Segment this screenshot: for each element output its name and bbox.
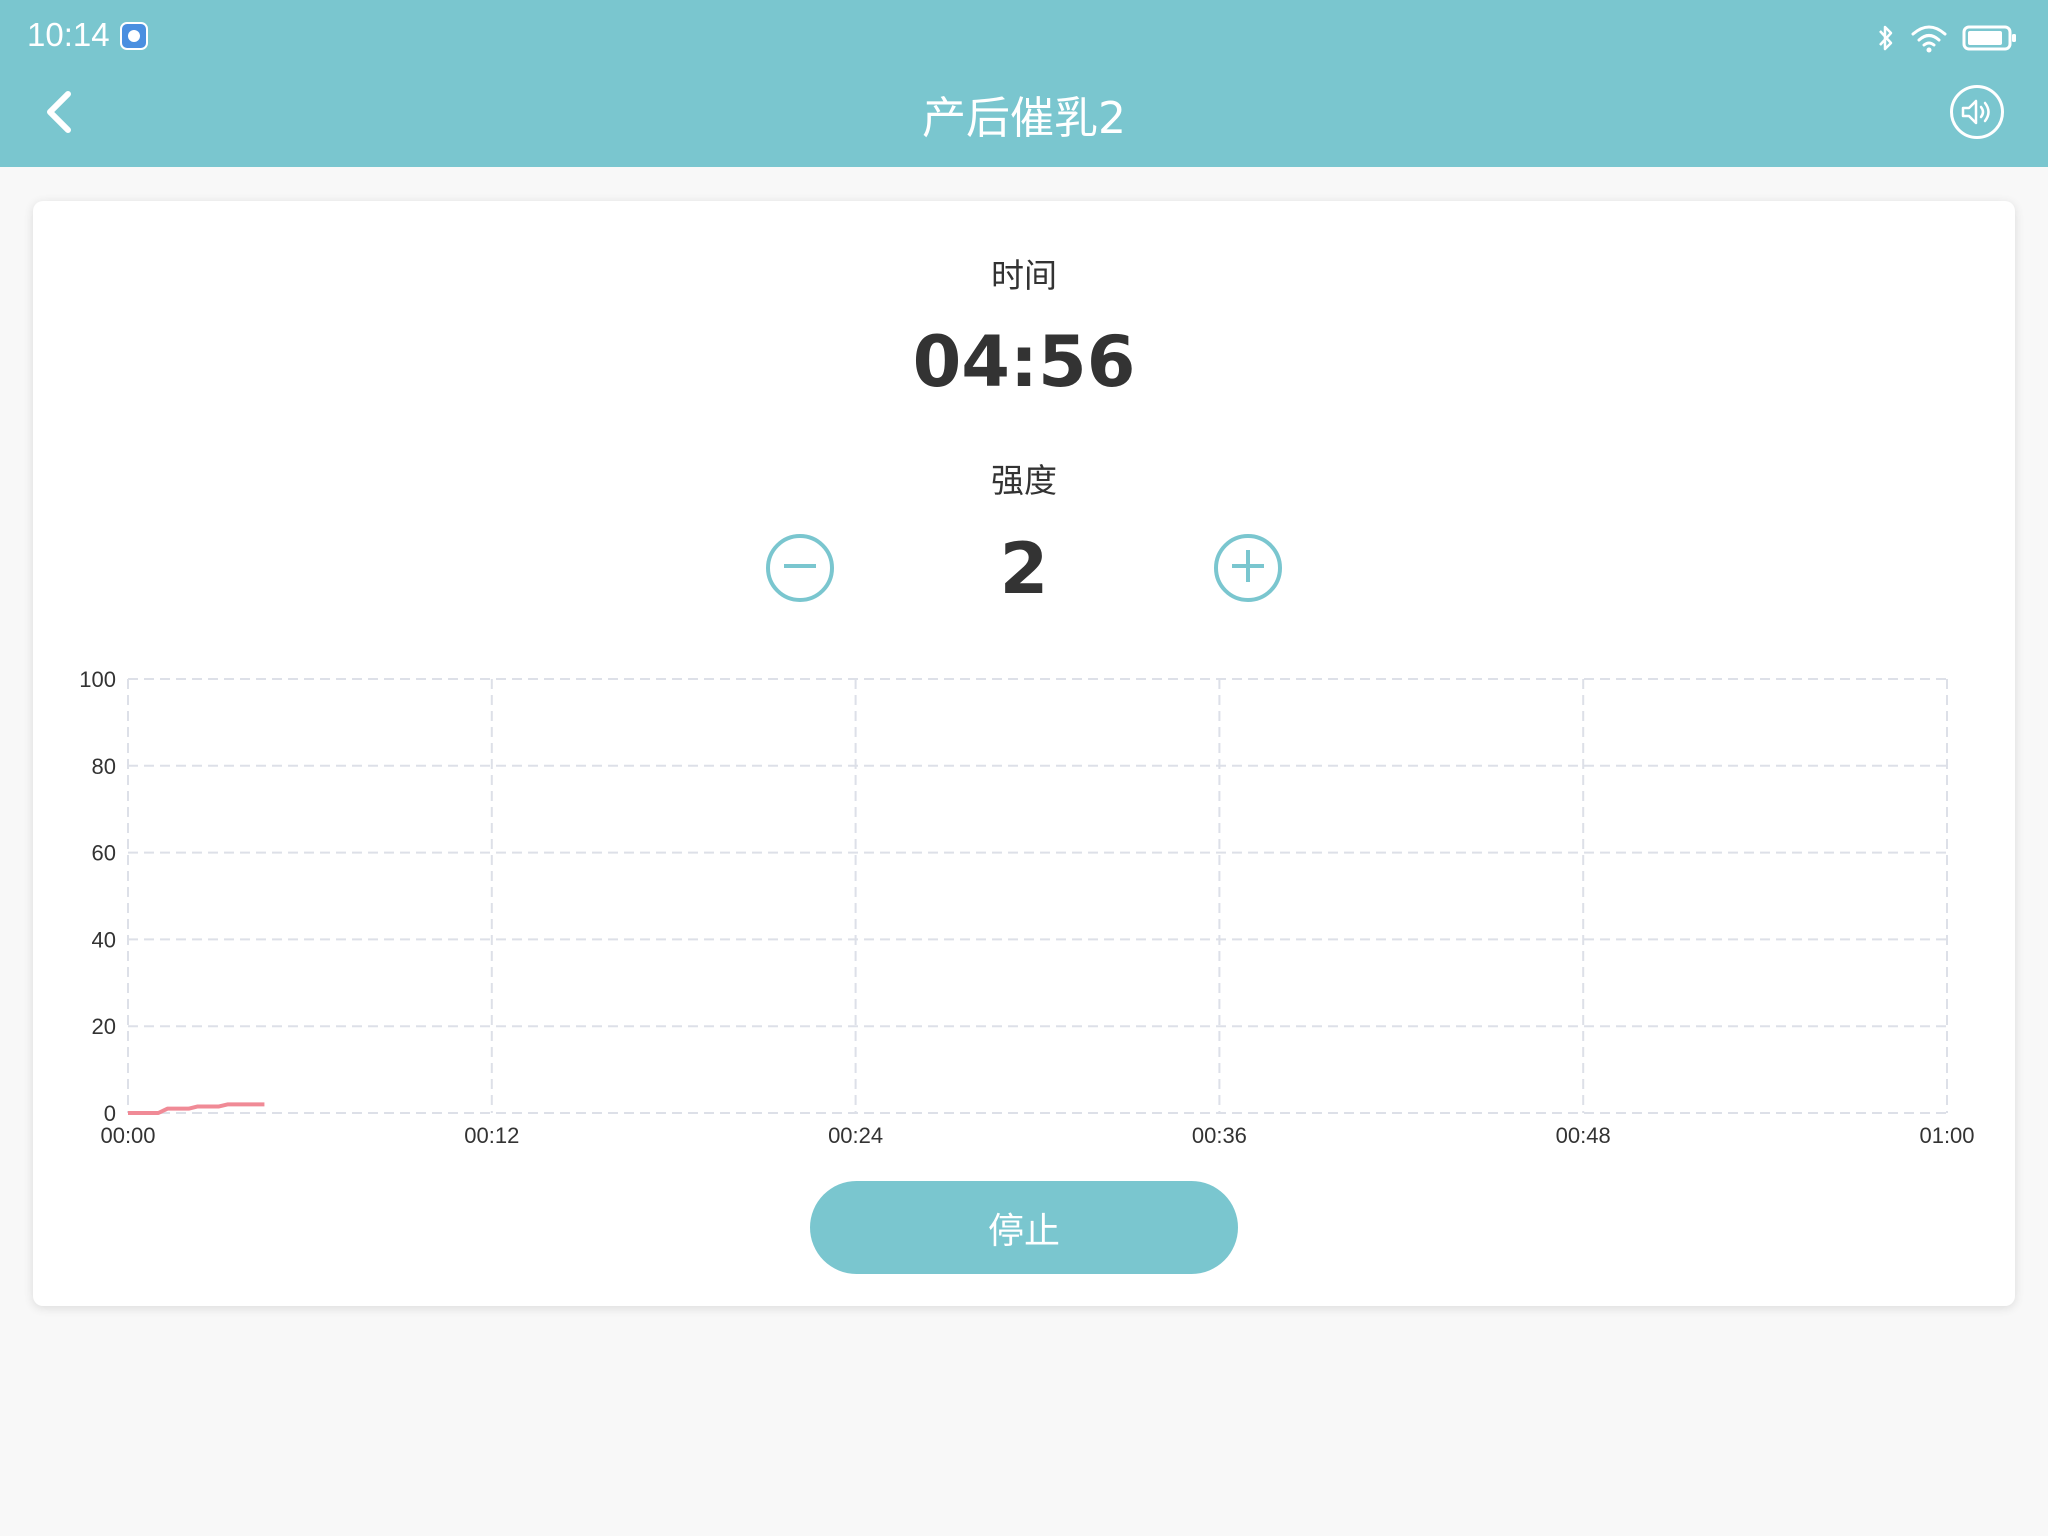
x-tick-label: 01:00	[1919, 1123, 1974, 1148]
y-tick-label: 100	[79, 667, 116, 692]
bluetooth-icon	[1879, 25, 1893, 51]
y-tick-label: 60	[92, 841, 116, 866]
battery-icon	[1962, 25, 2016, 51]
y-tick-label: 20	[92, 1014, 116, 1039]
wifi-icon	[1911, 25, 1947, 53]
stop-button[interactable]: 停止	[810, 1181, 1238, 1274]
x-tick-label: 00:48	[1556, 1123, 1611, 1148]
therapy-card: 时间 04:56 强度 2 0 20 40 60 80 100 00:00 00:12 00:2…	[33, 201, 2015, 1306]
series-line	[128, 1102, 265, 1115]
x-tick-label: 00:36	[1192, 1123, 1247, 1148]
speaker-icon	[1961, 99, 1990, 125]
y-tick-label: 80	[92, 754, 116, 779]
sound-button[interactable]	[1950, 85, 2004, 139]
x-tick-label: 00:00	[100, 1123, 155, 1148]
page-title: 产后催乳2	[922, 93, 1126, 144]
app-icon	[120, 22, 148, 50]
x-tick-label: 00:24	[828, 1123, 883, 1148]
x-tick-label: 00:12	[464, 1123, 519, 1148]
y-tick-label: 40	[92, 927, 116, 952]
status-time: 10:14	[27, 16, 110, 53]
intensity-chart: 02040608010000:00 00:12 00:24 00:36 00:48 01:…	[79, 667, 1974, 1148]
top-bar: 10:14 产后催乳2	[0, 0, 2048, 167]
status-icons	[1876, 20, 2018, 56]
